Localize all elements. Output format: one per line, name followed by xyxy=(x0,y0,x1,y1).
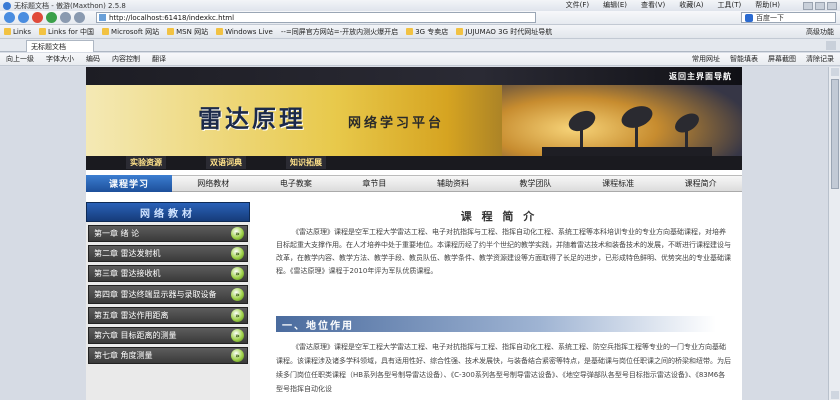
address-text: http://localhost:61418/indexkc.html xyxy=(109,13,235,22)
font-size-button[interactable]: 字体大小 xyxy=(46,54,74,64)
chevron-right-icon: » xyxy=(231,349,244,362)
experiment-resources-link[interactable]: 实验资源 xyxy=(126,156,166,169)
chevron-right-icon: » xyxy=(231,288,244,301)
nav-online-textbook[interactable]: 网络教材 xyxy=(197,178,229,189)
content-control-button[interactable]: 内容控制 xyxy=(112,54,140,64)
chapter-sidebar: 网络教材 第一章 绪 论» 第二章 雷达发射机» 第三章 雷达接收机» 第四章 … xyxy=(86,202,250,400)
knowledge-extension-link[interactable]: 知识拓展 xyxy=(286,156,326,169)
course-study-tab[interactable]: 课程学习 xyxy=(86,175,172,192)
advanced-features[interactable]: 高级功能 xyxy=(806,27,834,37)
chevron-right-icon: » xyxy=(231,227,244,240)
link-item[interactable]: Windows Live xyxy=(216,28,273,36)
stop-icon[interactable] xyxy=(32,12,43,23)
vertical-scrollbar[interactable] xyxy=(828,67,840,400)
search-engine-icon[interactable] xyxy=(745,13,753,22)
site-main-nav: 课程学习 网络教材 电子教案 章节目 辅助资料 教学团队 课程标准 课程简介 xyxy=(86,175,742,192)
link-item[interactable]: Links xyxy=(4,28,31,36)
menu-favorites[interactable]: 收藏(A) xyxy=(679,0,703,11)
page-icon xyxy=(216,28,224,35)
scroll-up-arrow[interactable] xyxy=(831,68,839,76)
menu-edit[interactable]: 编辑(E) xyxy=(603,0,627,11)
secondary-toolbar: 向上一级 字体大小 编码 内容控制 翻译 常用网址 智能填表 屏幕截图 清除记录 xyxy=(0,53,840,66)
page-viewport: 返回主界面导航 雷达原理 网络学习平台 实验资源 双语词典 知识拓展 课程学习 … xyxy=(0,67,828,400)
radar-dishes-image xyxy=(542,106,712,159)
return-nav-link[interactable]: 返回主界面导航 xyxy=(669,71,732,82)
site-page: 返回主界面导航 雷达原理 网络学习平台 实验资源 双语词典 知识拓展 课程学习 … xyxy=(86,67,742,400)
page-icon xyxy=(406,28,414,35)
encoding-button[interactable]: 编码 xyxy=(86,54,100,64)
link-item[interactable]: --=同屏官方网站=-开放内测火爆开启 xyxy=(281,27,398,37)
sidebar-item-chapter-6[interactable]: 第六章 目标距离的测量» xyxy=(88,327,248,344)
sidebar-heading: 网络教材 xyxy=(86,202,250,222)
home-icon[interactable] xyxy=(60,12,71,23)
nav-electronic-lesson-plan[interactable]: 电子教案 xyxy=(280,178,312,189)
chevron-right-icon: » xyxy=(231,309,244,322)
nav-chapter-catalog[interactable]: 章节目 xyxy=(362,178,386,189)
menu-tools[interactable]: 工具(T) xyxy=(718,0,742,11)
forward-icon[interactable] xyxy=(18,12,29,23)
smart-fill-button[interactable]: 智能填表 xyxy=(730,54,758,64)
refresh-icon[interactable] xyxy=(46,12,57,23)
back-icon[interactable] xyxy=(4,12,15,23)
screenshot-button[interactable]: 屏幕截图 xyxy=(768,54,796,64)
sidebar-item-chapter-1[interactable]: 第一章 绪 论» xyxy=(88,225,248,242)
menu-bar: 文件(F) 编辑(E) 查看(V) 收藏(A) 工具(T) 帮助(H) xyxy=(0,0,840,11)
menu-help[interactable]: 帮助(H) xyxy=(755,0,780,11)
bilingual-dictionary-link[interactable]: 双语词典 xyxy=(206,156,246,169)
scroll-down-arrow[interactable] xyxy=(831,391,839,399)
browser-toolbar: http://localhost:61418/indexkc.html 百度一下 xyxy=(0,11,840,25)
section-heading: 一、地位作用 xyxy=(276,316,716,332)
sidebar-item-chapter-4[interactable]: 第四章 雷达终端显示器与录取设备» xyxy=(88,285,248,304)
menu-file[interactable]: 文件(F) xyxy=(566,0,590,11)
nav-teaching-team[interactable]: 教学团队 xyxy=(520,178,552,189)
course-intro-content: 课 程 简 介 《雷达原理》课程是空军工程大学雷达工程、电子对抗指挥与工程、指挥… xyxy=(256,202,742,400)
new-tab-button[interactable] xyxy=(826,41,836,50)
menu-view[interactable]: 查看(V) xyxy=(641,0,665,11)
page-icon xyxy=(167,28,175,35)
translate-button[interactable]: 翻译 xyxy=(152,54,166,64)
site-banner: 返回主界面导航 雷达原理 网络学习平台 实验资源 双语词典 知识拓展 xyxy=(86,67,742,170)
search-box[interactable]: 百度一下 xyxy=(741,12,836,23)
go-up-button[interactable]: 向上一级 xyxy=(6,54,34,64)
content-title: 课 程 简 介 xyxy=(460,210,538,223)
tab-active[interactable]: 无标题文档 xyxy=(26,40,94,52)
scrollbar-thumb[interactable] xyxy=(831,79,839,189)
page-icon xyxy=(38,28,46,35)
page-icon xyxy=(99,14,106,21)
sidebar-item-chapter-2[interactable]: 第二章 雷达发射机» xyxy=(88,245,248,262)
page-icon xyxy=(456,28,464,35)
chevron-right-icon: » xyxy=(231,329,244,342)
tab-bar: 无标题文档 xyxy=(0,39,840,52)
sidebar-item-chapter-3[interactable]: 第三章 雷达接收机» xyxy=(88,265,248,282)
links-bar: Links Links for 中国 Microsoft 网站 MSN 网站 W… xyxy=(0,25,840,39)
favorites-icon[interactable] xyxy=(74,12,85,23)
sidebar-item-chapter-5[interactable]: 第五章 雷达作用距离» xyxy=(88,307,248,324)
link-item[interactable]: MSN 网站 xyxy=(167,27,208,37)
chevron-right-icon: » xyxy=(231,267,244,280)
chevron-right-icon: » xyxy=(231,247,244,260)
search-placeholder: 百度一下 xyxy=(756,13,784,22)
link-item[interactable]: 3G 专卖店 xyxy=(406,27,448,37)
folder-icon xyxy=(4,28,11,35)
link-item[interactable]: Microsoft 网站 xyxy=(102,27,159,37)
intro-paragraph: 《雷达原理》课程是空军工程大学雷达工程、电子对抗指挥与工程、指挥自动化工程、系统… xyxy=(276,228,731,275)
page-icon xyxy=(102,28,110,35)
link-item[interactable]: JUJUMAO 3G 时代网址导航 xyxy=(456,27,552,37)
site-title: 雷达原理 xyxy=(198,104,306,133)
nav-course-intro[interactable]: 课程简介 xyxy=(685,178,717,189)
banner-sub-links: 实验资源 双语词典 知识拓展 xyxy=(126,156,326,169)
nav-course-standard[interactable]: 课程标准 xyxy=(602,178,634,189)
link-item[interactable]: Links for 中国 xyxy=(38,27,94,37)
sidebar-item-chapter-7[interactable]: 第七章 角度测量» xyxy=(88,347,248,364)
clear-history-button[interactable]: 清除记录 xyxy=(806,54,834,64)
section-paragraph: 《雷达原理》课程是空军工程大学雷达工程、电子对抗指挥与工程、指挥自动化工程、系统… xyxy=(276,343,731,393)
common-sites-button[interactable]: 常用网址 xyxy=(692,54,720,64)
site-subtitle: 网络学习平台 xyxy=(348,116,445,131)
address-bar[interactable]: http://localhost:61418/indexkc.html xyxy=(96,12,536,23)
nav-supplementary-materials[interactable]: 辅助资料 xyxy=(437,178,469,189)
banner-top-band xyxy=(86,67,742,85)
